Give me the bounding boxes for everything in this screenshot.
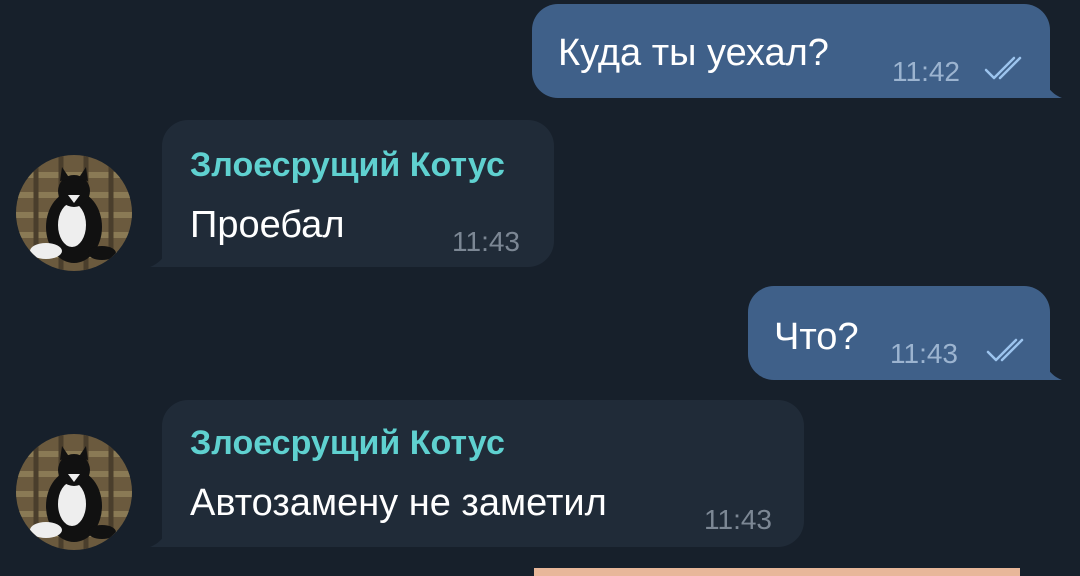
- sender-name[interactable]: Злоесрущий Котус: [190, 424, 505, 463]
- sender-avatar[interactable]: [16, 155, 132, 271]
- cat-avatar-icon: [16, 155, 132, 271]
- sender-name[interactable]: Злоесрущий Котус: [190, 146, 505, 185]
- bubble-tail-icon: [150, 527, 170, 547]
- partial-image-message[interactable]: [534, 568, 1020, 576]
- double-check-icon: [984, 56, 1022, 80]
- incoming-message[interactable]: Злоесрущий Котус Проебал 11:43: [150, 120, 554, 267]
- chat-view[interactable]: Куда ты уехал? 11:42 Злоесрущий Котус Пр…: [0, 0, 1080, 576]
- incoming-message[interactable]: Злоесрущий Котус Автозамену не заметил 1…: [150, 400, 804, 547]
- bubble-tail-icon: [1042, 78, 1062, 98]
- outgoing-message[interactable]: Куда ты уехал? 11:42: [532, 4, 1062, 98]
- message-time: 11:43: [452, 226, 520, 257]
- message-text: Что?: [774, 316, 859, 358]
- message-time: 11:43: [704, 504, 772, 535]
- cat-avatar-icon: [16, 434, 132, 550]
- message-text: Куда ты уехал?: [558, 32, 829, 74]
- bubble-tail-icon: [1042, 360, 1062, 380]
- message-text: Проебал: [190, 204, 345, 246]
- bubble-tail-icon: [150, 247, 170, 267]
- message-time: 11:42: [892, 56, 960, 87]
- sender-avatar[interactable]: [16, 434, 132, 550]
- outgoing-message[interactable]: Что? 11:43: [748, 286, 1062, 380]
- message-text: Автозамену не заметил: [190, 482, 607, 524]
- message-time: 11:43: [890, 338, 958, 369]
- double-check-icon: [986, 338, 1024, 362]
